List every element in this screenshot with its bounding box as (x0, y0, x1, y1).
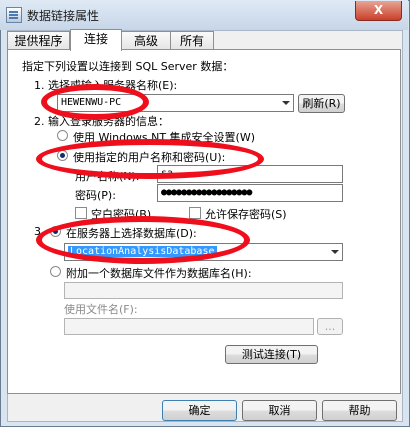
blank-password-checkbox[interactable] (75, 207, 87, 219)
app-icon (6, 7, 22, 23)
refresh-button[interactable]: 刷新(R) (298, 94, 345, 113)
help-button[interactable]: 帮助 (322, 400, 397, 421)
password-input[interactable]: ●●●●●●●●●●●●●●●●●● (157, 184, 343, 202)
window-title: 数据链接属性 (27, 9, 100, 23)
cancel-button[interactable]: 取消 (242, 400, 317, 421)
red-annotation-oval (36, 216, 250, 264)
browse-button[interactable]: ... (317, 318, 343, 335)
allow-save-password-checkbox[interactable] (189, 207, 201, 219)
attach-file-radio[interactable] (50, 266, 61, 277)
password-label: 密码(P): (75, 189, 116, 202)
tab-connection[interactable]: 连接 (70, 29, 122, 51)
attach-file-label: 附加一个数据库文件作为数据库名(H): (66, 267, 252, 280)
use-filename-label: 使用文件名(F): (64, 303, 138, 316)
instructions-text: 指定下列设置以连接到 SQL Server 数据： (22, 60, 234, 73)
tab-advanced[interactable]: 高级 (121, 31, 171, 50)
red-annotation-oval (36, 139, 264, 179)
close-button[interactable]: X (355, 1, 402, 21)
attach-db-name-input[interactable] (64, 282, 343, 299)
red-annotation-oval (41, 84, 149, 120)
ok-button[interactable]: 确定 (162, 400, 237, 421)
tab-provider[interactable]: 提供程序 (7, 31, 70, 50)
tab-all[interactable]: 所有 (170, 31, 214, 50)
windows-auth-radio[interactable] (57, 130, 68, 141)
allow-save-password-label: 允许保存密码(S) (205, 208, 287, 221)
chevron-down-icon[interactable] (282, 101, 290, 105)
chevron-down-icon[interactable] (331, 250, 339, 254)
title-bar: 数据链接属性 X (0, 0, 408, 30)
test-connection-button[interactable]: 测试连接(T) (225, 345, 318, 364)
filename-input[interactable] (64, 318, 314, 335)
